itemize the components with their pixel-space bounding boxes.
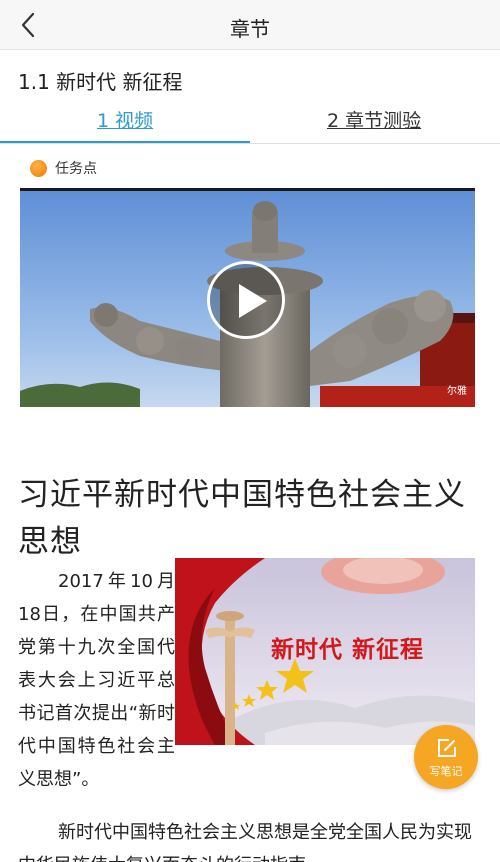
write-note-button[interactable]: 写笔记 bbox=[414, 725, 478, 789]
chapter-title: 1.1 新时代 新征程 bbox=[18, 70, 183, 94]
video-watermark: 尔雅 bbox=[447, 386, 467, 397]
paragraph-1-text: 2017年10月18日，在中国共产党第十九次全国代表大会上习近平总书记首次提出“… bbox=[18, 571, 175, 790]
article-paragraph-2: 新时代中国特色社会主义思想是全党全国人民为实现中华民族伟大复兴而奋斗的行动指南 bbox=[18, 816, 480, 862]
task-point-label: 任务点 bbox=[55, 161, 97, 177]
tab-bar: 1 视频 2 章节测验 bbox=[0, 100, 500, 144]
paragraph-2-text: 新时代中国特色社会主义思想是全党全国人民为实现中华民族伟大复兴而奋斗的行动指南 bbox=[18, 822, 472, 862]
task-point-dot-icon bbox=[30, 159, 47, 177]
banner-text: 新时代 新征程 bbox=[271, 637, 425, 663]
video-player[interactable]: 尔雅 bbox=[20, 188, 475, 407]
write-note-label: 写笔记 bbox=[429, 765, 463, 778]
active-tab-indicator bbox=[0, 141, 250, 143]
article-heading: 习近平新时代中国特色社会主义思想 bbox=[18, 477, 466, 560]
article-paragraph-1: 2017年10月18日，在中国共产党第十九次全国代表大会上习近平总书记首次提出“… bbox=[18, 565, 175, 796]
tab-video[interactable]: 1 视频 bbox=[97, 106, 153, 133]
edit-note-icon bbox=[438, 739, 456, 757]
navigation-bar: 章节 bbox=[0, 0, 500, 50]
play-icon[interactable] bbox=[207, 261, 285, 339]
article-banner-image: 新时代 新征程 bbox=[175, 558, 475, 745]
tab-chapter-quiz[interactable]: 2 章节测验 bbox=[327, 106, 421, 133]
task-point-badge: 任务点 bbox=[30, 157, 97, 179]
page-title: 章节 bbox=[230, 17, 270, 41]
